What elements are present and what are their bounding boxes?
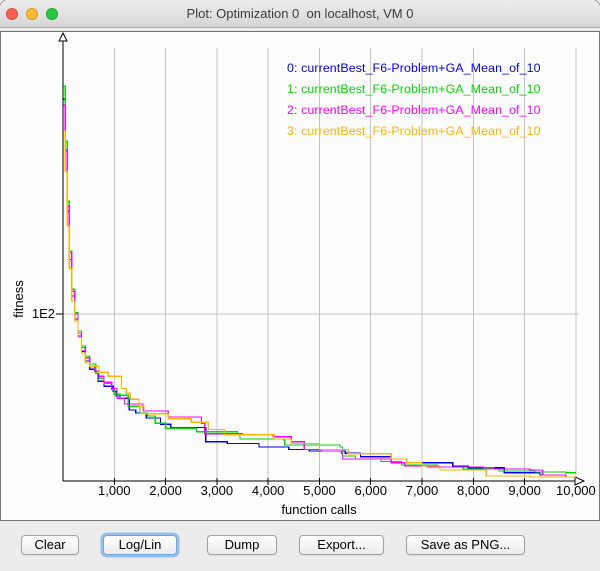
legend-item: 3: currentBest_F6-Problem+GA_Mean_of_10 <box>287 121 541 142</box>
save-as-png-button[interactable]: Save as PNG... <box>406 535 525 555</box>
export-button[interactable]: Export... <box>299 535 384 555</box>
clear-button[interactable]: Clear <box>21 535 79 555</box>
traffic-lights <box>6 8 58 20</box>
chart-legend: 0: currentBest_F6-Problem+GA_Mean_of_101… <box>287 58 541 142</box>
y-axis-label: fitness <box>11 263 27 335</box>
window-title: Plot: Optimization 0 on localhost, VM 0 <box>187 6 414 21</box>
legend-item: 2: currentBest_F6-Problem+GA_Mean_of_10 <box>287 100 541 121</box>
x-tick-label: 10,000 <box>546 483 600 498</box>
legend-item: 1: currentBest_F6-Problem+GA_Mean_of_10 <box>287 79 541 100</box>
plot-window: Plot: Optimization 0 on localhost, VM 0 … <box>0 0 600 571</box>
dump-button[interactable]: Dump <box>207 535 277 555</box>
plot-panel: fitness 1E2 function calls 1,0002,0003,0… <box>0 31 600 521</box>
close-button[interactable] <box>6 8 18 20</box>
y-tick-label: 1E2 <box>17 306 55 321</box>
zoom-button[interactable] <box>46 8 58 20</box>
legend-item: 0: currentBest_F6-Problem+GA_Mean_of_10 <box>287 58 541 79</box>
log-lin-button[interactable]: Log/Lin <box>103 535 177 555</box>
x-axis-label: function calls <box>219 502 419 517</box>
titlebar: Plot: Optimization 0 on localhost, VM 0 <box>0 0 600 28</box>
minimize-button[interactable] <box>26 8 38 20</box>
